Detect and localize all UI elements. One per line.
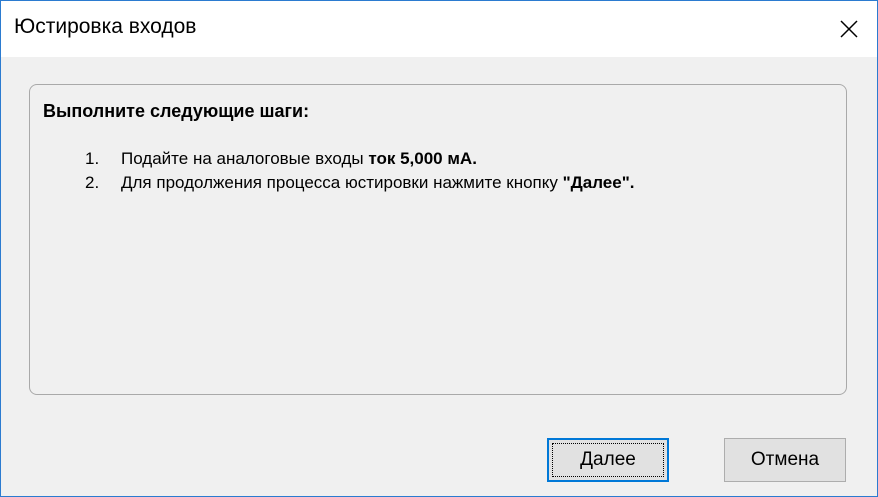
instruction-step: 1. Подайте на аналоговые входы ток 5,000 … (85, 149, 477, 169)
step-punct: . (629, 173, 635, 192)
dialog-window: Юстировка входов Выполните следующие шаг… (0, 0, 878, 497)
cancel-button-label: Отмена (750, 449, 820, 470)
step-number: 1. (85, 149, 100, 168)
cancel-button[interactable]: Отмена (724, 438, 846, 482)
step-text: Подайте на аналоговые входы (121, 149, 369, 168)
window-title: Юстировка входов (14, 15, 197, 38)
step-number: 2. (85, 173, 100, 192)
close-icon (839, 19, 859, 39)
step-emphasis: "Далее" (562, 173, 630, 192)
instruction-step: 2. Для продолжения процесса юстировки наж… (85, 173, 635, 193)
step-punct: . (472, 149, 477, 168)
next-button[interactable]: Далее (547, 438, 669, 482)
step-emphasis: ток 5,000 мА (368, 149, 473, 168)
close-button[interactable] (821, 1, 877, 57)
instructions-panel: Выполните следующие шаги: 1. Подайте на а… (29, 84, 847, 395)
instructions-heading: Выполните следующие шаги: (43, 101, 310, 121)
title-bar: Юстировка входов (1, 1, 877, 57)
next-button-label: Далее (580, 449, 636, 470)
step-text: Для продолжения процесса юстировки нажми… (121, 173, 563, 192)
